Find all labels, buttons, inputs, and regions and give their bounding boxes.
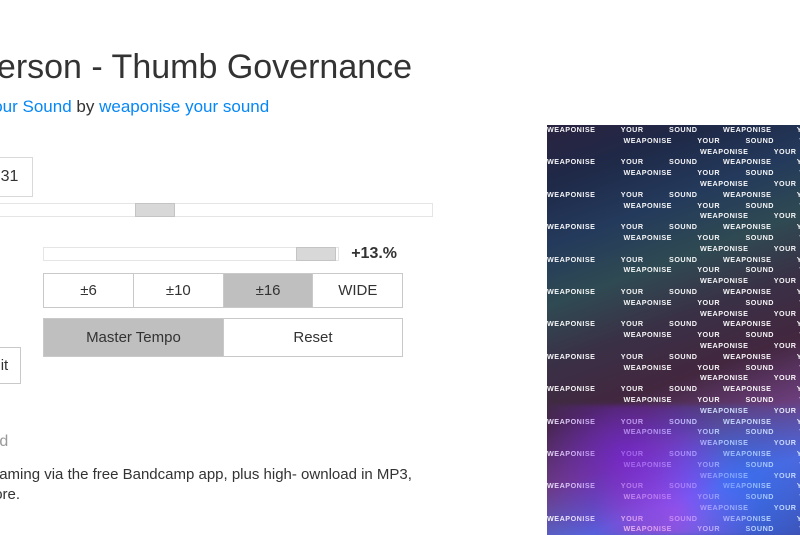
pitch-range-button[interactable]: ±16 [224,274,314,307]
pitch-range-button[interactable]: ±10 [134,274,224,307]
pitch-thumb[interactable] [296,247,336,261]
album-link[interactable]: eaponise Your Sound [0,97,72,116]
buy-subheading: g + Download [0,433,435,451]
artist-link[interactable]: weaponise your sound [99,97,269,116]
album-art[interactable]: WEAPONISE YOUR SOUND WEAPONISE YOUR SOUN… [547,125,800,535]
pitch-range-button[interactable]: WIDE [313,274,402,307]
reset-button[interactable]: Reset [223,318,404,357]
pitch-slider[interactable] [43,247,339,261]
from-line: eaponise Your Sound by weaponise your so… [0,97,435,117]
progress-thumb[interactable] [135,203,175,217]
progress-slider[interactable] [0,203,433,217]
track-title: McPherson - Thumb Governance [0,48,435,87]
album-art-glitch [547,405,800,535]
buy-description: unlimited streaming via the free Bandcam… [0,465,435,506]
pitch-range-group: ±6±10±16WIDE [43,273,403,308]
buy-heading: Track [0,410,435,431]
bpm-display: 4 BPM [0,245,21,287]
pitch-value: +13.% [351,245,397,263]
master-tempo-button[interactable]: Master Tempo [43,318,223,357]
edit-button[interactable]: Edit [0,347,21,384]
by-text: by [76,97,94,116]
pitch-range-button[interactable]: ±6 [44,274,134,307]
time-display: 02:32 / 05:31 [0,157,33,197]
